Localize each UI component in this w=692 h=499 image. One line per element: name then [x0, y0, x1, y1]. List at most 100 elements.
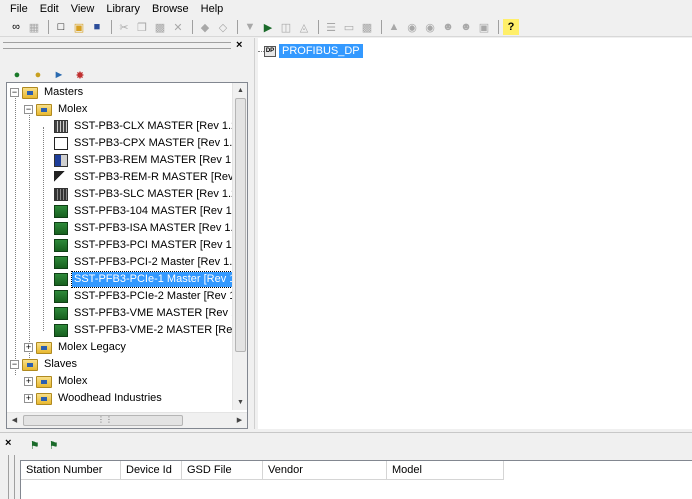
tree-device-item[interactable]: SST-PFB3-VME-2 MASTER [Rev: [54, 322, 234, 339]
tree-vertical-scrollbar[interactable]: ▲ ▼: [232, 83, 247, 410]
clx-module-icon: [54, 120, 68, 133]
scroll-right-icon[interactable]: ▶: [232, 413, 247, 428]
network-view[interactable]: DP PROFIBUS_DP: [258, 38, 692, 429]
expand-icon[interactable]: +: [24, 394, 33, 403]
remr-module-icon: [54, 171, 68, 184]
card-icon[interactable]: ▭: [341, 19, 357, 35]
online-icon[interactable]: ◉: [404, 19, 420, 35]
open-icon[interactable]: ▣: [71, 19, 87, 35]
properties-icon[interactable]: ▦: [26, 19, 42, 35]
toolbar-separator: [48, 20, 49, 34]
expand-icon[interactable]: +: [24, 343, 33, 352]
column-header-gsd-file[interactable]: GSD File: [182, 461, 263, 480]
export-xml-icon[interactable]: ▶: [260, 19, 276, 35]
tree-device-item[interactable]: SST-PB3-REM MASTER [Rev 1.1]: [54, 152, 234, 169]
column-header-vendor[interactable]: Vendor: [263, 461, 387, 480]
tree-device-item[interactable]: SST-PFB3-PCI-2 Master [Rev 1.2]: [54, 254, 234, 271]
network-node-profibus[interactable]: DP PROFIBUS_DP: [258, 43, 363, 59]
menu-help[interactable]: Help: [195, 0, 230, 18]
settings-icon[interactable]: ☻: [458, 19, 474, 35]
tree-device-item[interactable]: SST-PFB3-VME MASTER [Rev 1.3: [54, 305, 234, 322]
module-icon[interactable]: ▩: [359, 19, 375, 35]
tree-device-item[interactable]: SST-PFB3-104 MASTER [Rev 1.3]: [54, 203, 234, 220]
collapse-icon[interactable]: −: [10, 360, 19, 369]
pc-card-icon: [54, 222, 68, 235]
close-icon[interactable]: ×: [5, 437, 11, 449]
export-csv-icon[interactable]: ◫: [278, 19, 294, 35]
connect-icon[interactable]: ◆: [197, 19, 213, 35]
collapse-icon[interactable]: −: [10, 88, 19, 97]
tree-device-item[interactable]: SST-PB3-REM-R MASTER [Rev 1: [54, 169, 234, 186]
scroll-left-icon[interactable]: ◀: [7, 413, 22, 428]
menu-edit[interactable]: Edit: [34, 0, 65, 18]
tree-node-partial[interactable]: +: [24, 407, 56, 410]
install-gsd-icon[interactable]: ►: [50, 67, 68, 83]
folder-icon: [36, 103, 52, 116]
tree-node-masters[interactable]: − Masters: [10, 84, 85, 101]
add-device-icon[interactable]: ●: [8, 67, 26, 83]
pc-card-icon: [54, 239, 68, 252]
tree-device-item[interactable]: SST-PFB3-PCIe-2 Master [Rev 1.: [54, 288, 234, 305]
column-header-station-number[interactable]: Station Number: [21, 461, 121, 480]
disconnect-icon[interactable]: ◇: [215, 19, 231, 35]
device-tree[interactable]: − Masters − Molex SST-PB3-CLX MASTER [Re…: [6, 82, 248, 429]
pane-grip[interactable]: [8, 455, 15, 499]
tree-device-item[interactable]: SST-PFB3-PCI MASTER [Rev 1.6]: [54, 237, 234, 254]
cut-icon[interactable]: ✂: [116, 19, 132, 35]
scroll-down-icon[interactable]: ▼: [233, 395, 247, 410]
scroll-up-icon[interactable]: ▲: [233, 83, 247, 98]
new-icon[interactable]: □: [53, 19, 69, 35]
save-icon[interactable]: ■: [89, 19, 105, 35]
pc-card-icon: [54, 205, 68, 218]
tree-device-item[interactable]: SST-PB3-CPX MASTER [Rev 1.0]: [54, 135, 234, 152]
tree-line: [29, 110, 30, 358]
folder-icon: [22, 86, 38, 99]
refresh-library-icon[interactable]: ✸: [71, 67, 89, 83]
menu-library[interactable]: Library: [100, 0, 146, 18]
column-header-model[interactable]: Model: [387, 461, 504, 480]
tree-device-item-selected[interactable]: SST-PFB3-PCIe-1 Master [Rev 1.: [54, 271, 234, 288]
menu-file[interactable]: File: [4, 0, 34, 18]
paste-icon[interactable]: ▩: [152, 19, 168, 35]
close-icon[interactable]: ×: [236, 39, 242, 51]
grip-icon: ⋮⋮: [97, 415, 113, 424]
remove-device-icon[interactable]: ●: [29, 67, 47, 83]
toolbar-separator: [192, 20, 193, 34]
tree-node-woodhead[interactable]: + Woodhead Industries: [24, 390, 164, 407]
column-header-device-id[interactable]: Device Id: [121, 461, 182, 480]
slc-module-icon: [54, 188, 68, 201]
upload-icon[interactable]: ▲: [386, 19, 402, 35]
delete-icon[interactable]: ✕: [170, 19, 186, 35]
tree-node-slaves-molex[interactable]: + Molex: [24, 373, 89, 390]
tree-device-item[interactable]: SST-PB3-CLX MASTER [Rev 1.2]: [54, 118, 234, 135]
pc-card-icon: [54, 324, 68, 337]
details-toolbar: ⚑ ⚑: [26, 437, 64, 453]
folder-icon: [36, 409, 52, 410]
help-icon[interactable]: ?: [503, 19, 519, 35]
pane-grip[interactable]: [3, 42, 231, 49]
tree-node-molex-legacy[interactable]: + Molex Legacy: [24, 339, 128, 356]
device-list[interactable]: Station Number Device Id GSD File Vendor…: [20, 460, 692, 499]
tree-node-molex[interactable]: − Molex: [24, 101, 89, 118]
view-icon[interactable]: ☰: [323, 19, 339, 35]
menu-view[interactable]: View: [65, 0, 101, 18]
expand-icon[interactable]: +: [24, 377, 33, 386]
monitor-icon[interactable]: ▣: [476, 19, 492, 35]
tree-device-item[interactable]: SST-PB3-SLC MASTER [Rev 1.2]: [54, 186, 234, 203]
tree-horizontal-scrollbar[interactable]: ◀ ⋮⋮ ▶: [7, 412, 247, 428]
diagnostics-icon[interactable]: ◉: [422, 19, 438, 35]
tree-node-slaves[interactable]: − Slaves: [10, 356, 79, 373]
copy-icon[interactable]: ❐: [134, 19, 150, 35]
network-scan-icon[interactable]: ∞: [8, 19, 24, 35]
menu-browse[interactable]: Browse: [146, 0, 195, 18]
collapse-icon[interactable]: −: [24, 105, 33, 114]
folder-icon: [22, 358, 38, 371]
scroll-thumb[interactable]: [235, 98, 246, 352]
tree-device-item[interactable]: SST-PFB3-ISA MASTER [Rev 1.3]: [54, 220, 234, 237]
users-icon[interactable]: ☻: [440, 19, 456, 35]
filter-device-icon[interactable]: ⚑: [45, 437, 62, 453]
find-device-icon[interactable]: ⚑: [26, 437, 43, 453]
download-icon[interactable]: ▼: [242, 19, 258, 35]
compare-icon[interactable]: ◬: [296, 19, 312, 35]
tree-line: [15, 93, 16, 375]
